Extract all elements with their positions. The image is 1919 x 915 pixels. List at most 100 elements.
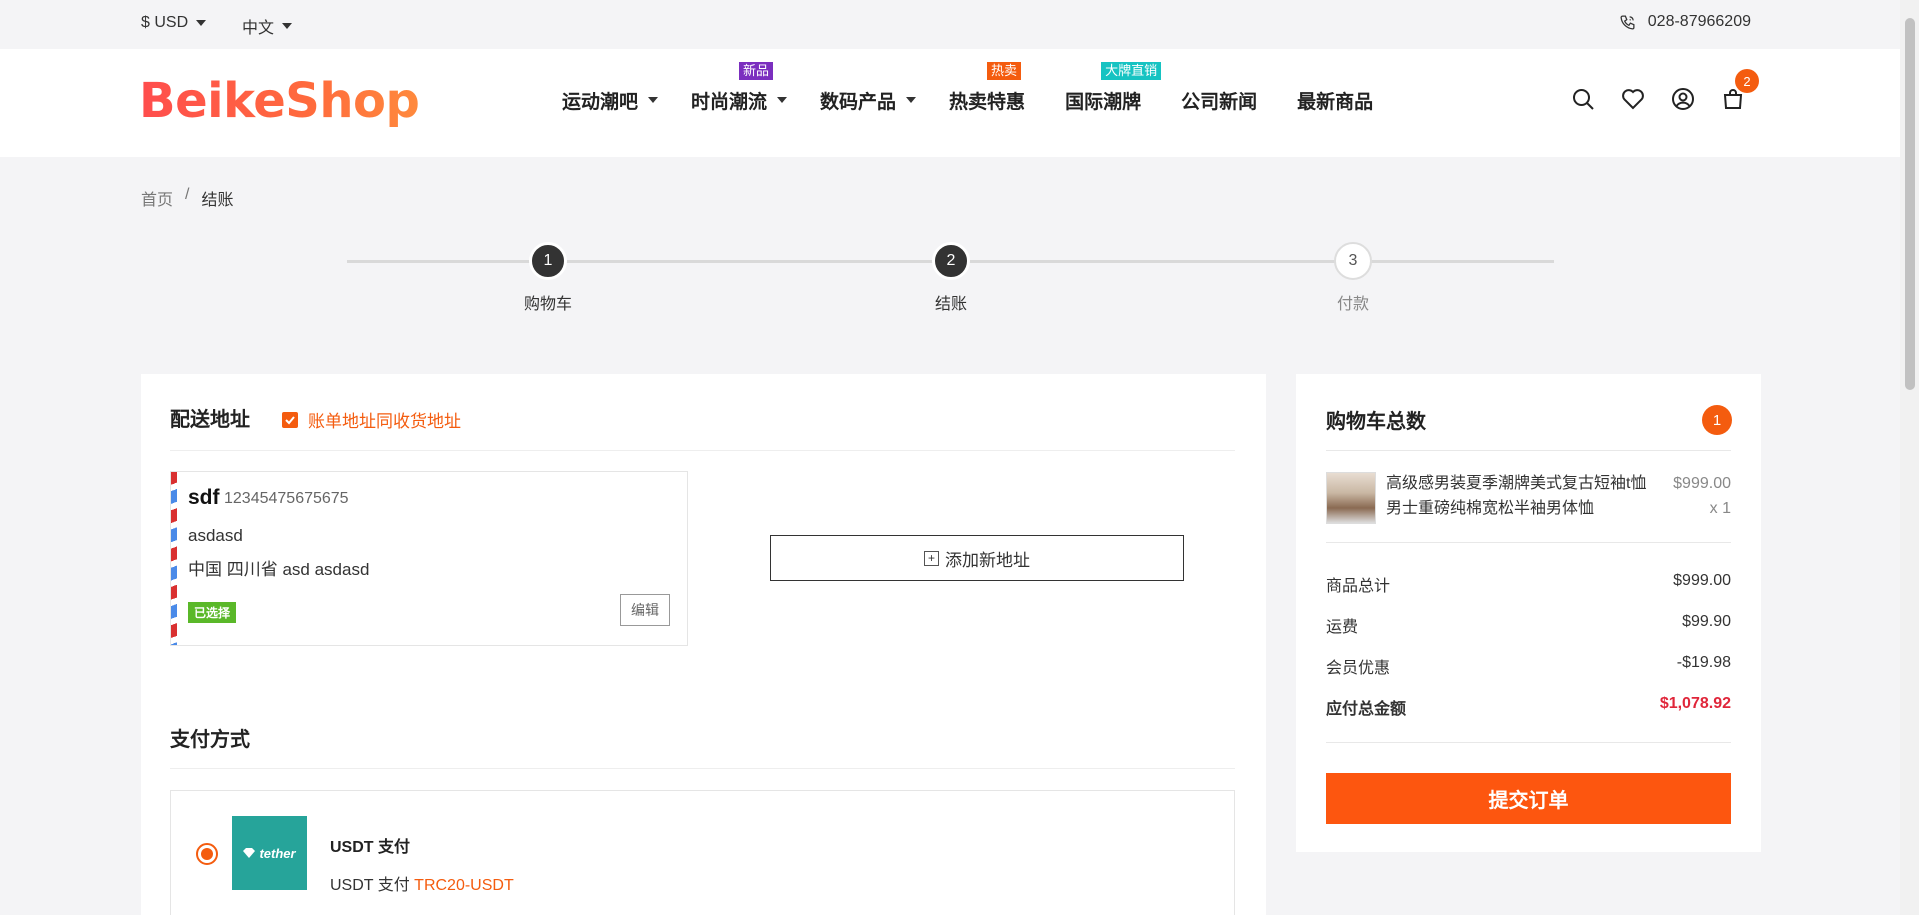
submit-order-button[interactable]: 提交订单 bbox=[1326, 773, 1731, 824]
nav-label: 热卖特惠 bbox=[949, 91, 1026, 113]
heart-icon[interactable] bbox=[1621, 87, 1645, 111]
site-header: BeikeShop 运动潮吧 新品 时尚潮流 数码产品 热卖 热卖特惠 大牌直销… bbox=[0, 49, 1900, 157]
nav-badge-brand: 大牌直销 bbox=[1101, 62, 1162, 80]
summary-row-total: 应付总金额 $1,078.92 bbox=[1326, 695, 1731, 719]
phone-number: 028-87966209 bbox=[1647, 13, 1751, 30]
address-name-text: sdf bbox=[188, 486, 220, 509]
nav-item-sports[interactable]: 运动潮吧 bbox=[562, 87, 659, 113]
step-label: 结账 bbox=[934, 296, 967, 313]
step-payment: 3 付款 bbox=[1293, 242, 1413, 314]
summary-label: 运费 bbox=[1326, 619, 1359, 636]
address-card[interactable]: sdf 12345475675675 asdasd 中国 四川省 asd asd… bbox=[170, 471, 688, 646]
address-line2: 中国 四川省 asd asdasd bbox=[188, 560, 370, 579]
product-price: $999.00 bbox=[1673, 475, 1731, 492]
checkout-steps: 1 购物车 2 结账 3 付款 bbox=[347, 242, 1554, 318]
divider bbox=[170, 450, 1235, 451]
breadcrumb-separator: / bbox=[185, 186, 190, 203]
checkbox-checked-icon bbox=[282, 411, 298, 428]
add-address-button[interactable]: + 添加新地址 bbox=[770, 535, 1184, 581]
tether-logo-text: tether bbox=[259, 845, 296, 861]
divider bbox=[170, 768, 1235, 769]
checkout-main-panel: 配送地址 账单地址同收货地址 sdf 12345475675675 asdasd… bbox=[141, 374, 1266, 915]
summary-value: $99.90 bbox=[1682, 613, 1731, 630]
chevron-down-icon bbox=[648, 97, 659, 103]
payment-desc-highlight: TRC20-USDT bbox=[414, 877, 514, 894]
breadcrumb-current: 结账 bbox=[201, 192, 234, 209]
nav-badge-new: 新品 bbox=[739, 62, 774, 80]
user-icon[interactable] bbox=[1671, 87, 1695, 111]
nav-item-fashion[interactable]: 新品 时尚潮流 bbox=[691, 62, 788, 113]
payment-method-card[interactable]: tether USDT 支付 USDT 支付 TRC20-USDT bbox=[170, 790, 1235, 915]
chevron-down-icon bbox=[282, 23, 293, 29]
nav-label: 国际潮牌 bbox=[1065, 91, 1142, 113]
summary-value: $999.00 bbox=[1673, 572, 1731, 589]
site-logo[interactable]: BeikeShop bbox=[139, 73, 420, 129]
main-nav: 运动潮吧 新品 时尚潮流 数码产品 热卖 热卖特惠 大牌直销 国际潮牌 公司新闻… bbox=[562, 62, 1373, 113]
chevron-down-icon bbox=[196, 20, 207, 26]
nav-item-digital[interactable]: 数码产品 bbox=[820, 87, 917, 113]
address-phone: 12345475675675 bbox=[224, 490, 349, 507]
divider bbox=[1326, 450, 1731, 451]
header-icons: 2 bbox=[1571, 69, 1759, 111]
phone-icon bbox=[1620, 14, 1635, 30]
step-number: 2 bbox=[932, 242, 970, 280]
summary-value: -$19.98 bbox=[1676, 654, 1731, 671]
top-bar: $ USD 中文 028-87966209 bbox=[0, 0, 1900, 49]
add-address-label: 添加新地址 bbox=[945, 550, 1030, 570]
breadcrumb: 首页 / 结账 bbox=[141, 186, 233, 210]
product-thumbnail bbox=[1326, 472, 1376, 524]
page-scrollbar[interactable] bbox=[1900, 0, 1919, 915]
step-checkout: 2 结账 bbox=[891, 242, 1011, 314]
cart-icon[interactable]: 2 bbox=[1721, 69, 1759, 111]
phone-contact: 028-87966209 bbox=[1619, 13, 1751, 31]
summary-row-shipping: 运费 $99.90 bbox=[1326, 613, 1731, 637]
nav-label: 运动潮吧 bbox=[562, 91, 639, 113]
product-name: 高级感男装夏季潮牌美式复古短袖t恤男士重磅纯棉宽松半袖男体恤 bbox=[1386, 475, 1647, 517]
tether-logo: tether bbox=[232, 816, 307, 890]
nav-item-news[interactable]: 公司新闻 bbox=[1181, 87, 1257, 113]
edit-address-button[interactable]: 编辑 bbox=[620, 594, 670, 626]
payment-desc-prefix: USDT 支付 bbox=[330, 877, 410, 894]
nav-label: 公司新闻 bbox=[1181, 91, 1258, 113]
summary-row-discount: 会员优惠 -$19.98 bbox=[1326, 654, 1731, 678]
payment-method-desc: USDT 支付 TRC20-USDT bbox=[330, 871, 514, 895]
payment-radio[interactable] bbox=[196, 843, 218, 865]
divider bbox=[1326, 742, 1731, 743]
nav-item-latest[interactable]: 最新商品 bbox=[1297, 87, 1373, 113]
chevron-down-icon bbox=[777, 97, 788, 103]
search-icon[interactable] bbox=[1571, 87, 1595, 111]
envelope-stripe bbox=[171, 472, 177, 645]
address-line1: asdasd bbox=[188, 526, 243, 545]
step-number: 1 bbox=[529, 242, 567, 280]
cart-count-badge: 2 bbox=[1735, 69, 1759, 93]
nav-item-international[interactable]: 大牌直销 国际潮牌 bbox=[1065, 62, 1162, 113]
same-billing-checkbox[interactable]: 账单地址同收货地址 bbox=[282, 407, 461, 432]
divider bbox=[1326, 542, 1731, 543]
currency-label: $ USD bbox=[141, 14, 189, 31]
cart-item-count-badge: 1 bbox=[1702, 405, 1732, 435]
nav-label: 数码产品 bbox=[820, 91, 897, 113]
cart-summary-title: 购物车总数 bbox=[1326, 411, 1426, 433]
summary-label: 会员优惠 bbox=[1326, 660, 1391, 677]
step-number: 3 bbox=[1334, 242, 1372, 280]
step-label: 付款 bbox=[1336, 296, 1369, 313]
scrollbar-thumb[interactable] bbox=[1905, 18, 1915, 390]
step-label: 购物车 bbox=[523, 296, 572, 313]
product-price-qty: $999.00 x 1 bbox=[1673, 471, 1731, 521]
selected-badge: 已选择 bbox=[188, 602, 237, 623]
nav-item-hot-deals[interactable]: 热卖 热卖特惠 bbox=[949, 62, 1026, 113]
summary-label: 商品总计 bbox=[1326, 578, 1391, 595]
total-label: 应付总金额 bbox=[1326, 701, 1407, 718]
nav-label: 时尚潮流 bbox=[691, 91, 768, 113]
breadcrumb-home[interactable]: 首页 bbox=[141, 186, 173, 210]
same-billing-label: 账单地址同收货地址 bbox=[308, 412, 461, 431]
radio-dot bbox=[201, 848, 213, 860]
nav-label: 最新商品 bbox=[1297, 91, 1374, 113]
cart-summary-panel: 购物车总数 1 高级感男装夏季潮牌美式复古短袖t恤男士重磅纯棉宽松半袖男体恤 $… bbox=[1296, 374, 1761, 852]
currency-selector[interactable]: $ USD bbox=[141, 14, 207, 32]
language-selector[interactable]: 中文 bbox=[242, 14, 293, 38]
address-name: sdf bbox=[188, 486, 220, 510]
payment-title: 支付方式 bbox=[170, 729, 250, 751]
summary-row-subtotal: 商品总计 $999.00 bbox=[1326, 572, 1731, 596]
chevron-down-icon bbox=[906, 97, 917, 103]
